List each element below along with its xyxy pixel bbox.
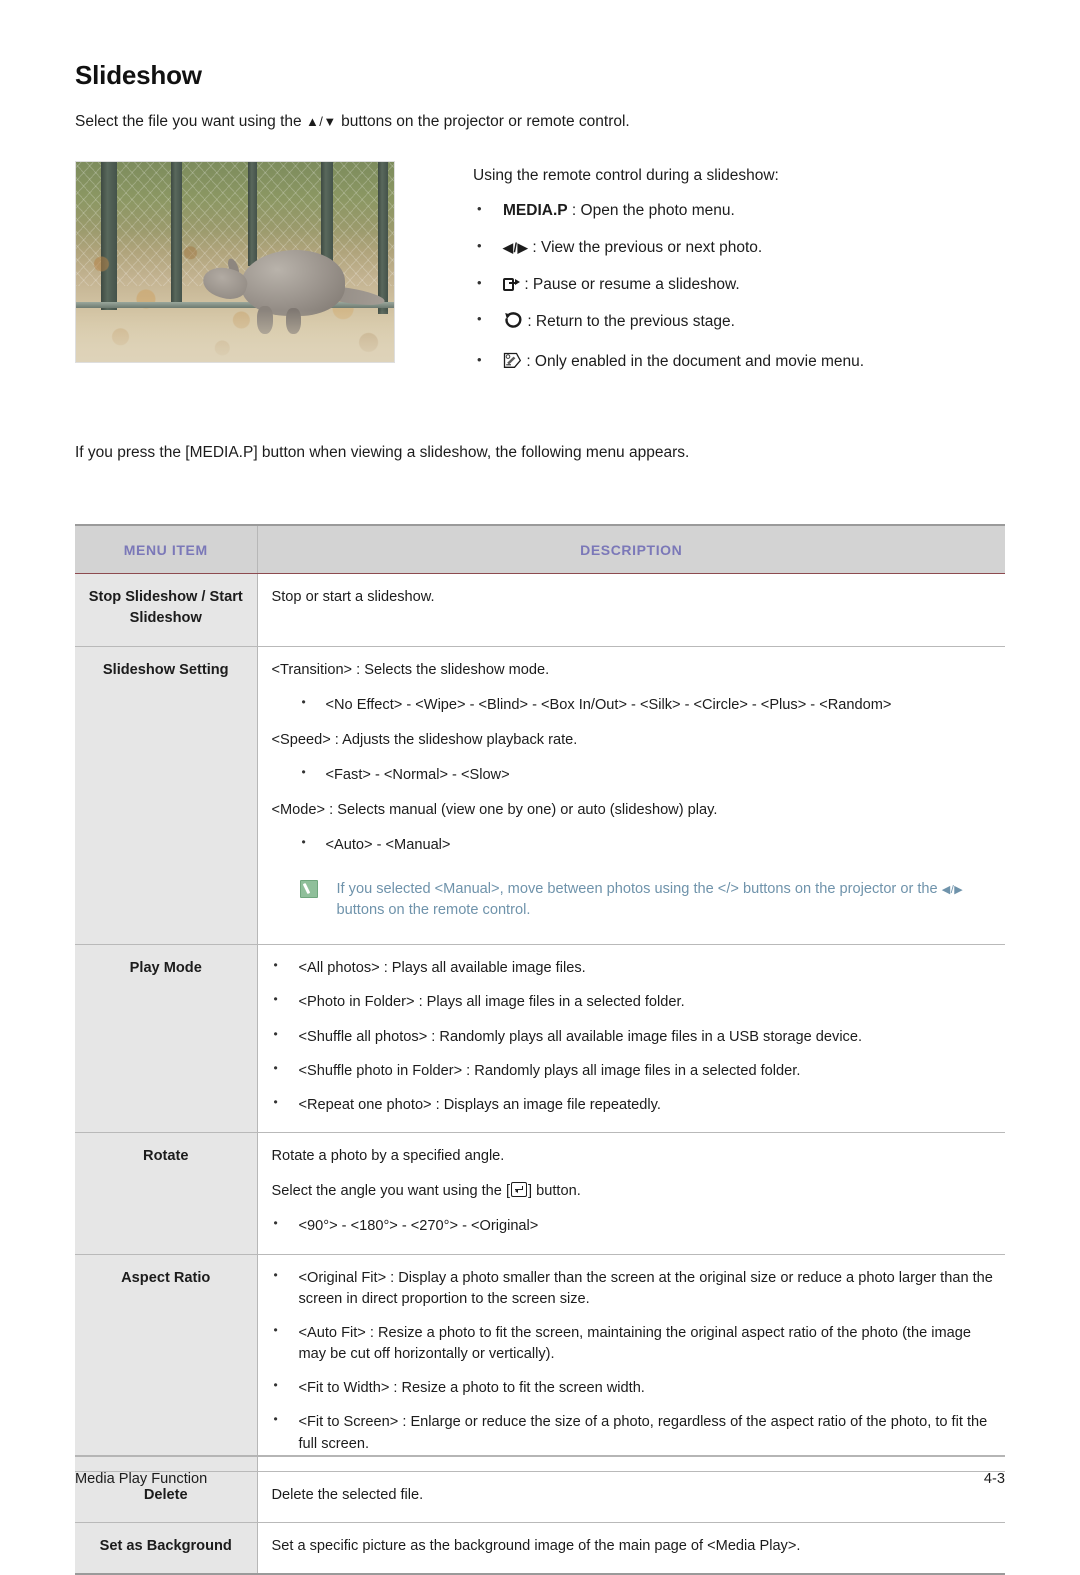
list-item: <Auto> - <Manual>	[300, 834, 996, 856]
menu-item-set-as-background: Set as Background	[75, 1522, 258, 1575]
menu-item-slideshow-setting: Slideshow Setting	[75, 646, 258, 946]
column-header-menu-item: MENU ITEM	[75, 524, 257, 575]
mode-options: <Auto> - <Manual>	[272, 834, 996, 856]
menu-item-rotate: Rotate	[75, 1132, 258, 1255]
list-item: <90°> - <180°> - <270°> - <Original>	[272, 1215, 996, 1237]
footer-divider	[75, 1455, 1005, 1457]
description-stop-start-slideshow: Stop or start a slideshow.	[257, 573, 1005, 647]
mid-paragraph: If you press the [MEDIA.P] button when v…	[75, 444, 690, 462]
rotate-options: <90°> - <180°> - <270°> - <Original>	[272, 1215, 996, 1237]
slideshow-menu-table: MENU ITEM DESCRIPTION Stop Slideshow / S…	[75, 524, 1005, 1575]
note-text-b: buttons on the remote control.	[336, 902, 531, 919]
box-arrow-icon	[503, 277, 520, 291]
description-text: Delete the selected file.	[271, 1486, 424, 1503]
table-row: Slideshow Setting <Transition> : Selects…	[75, 646, 1005, 946]
rotate-text-before: Select the angle you want using the [	[271, 1183, 511, 1200]
rotate-line-2: Select the angle you want using the [ ] b…	[272, 1181, 996, 1202]
list-item: <Repeat one photo> : Displays an image f…	[272, 1094, 996, 1116]
description-rotate: Rotate a photo by a specified angle. Sel…	[257, 1132, 1005, 1255]
table-row: Play Mode <All photos> : Plays all avail…	[75, 944, 1005, 1134]
list-item: <No Effect> - <Wipe> - <Blind> - <Box In…	[300, 694, 996, 716]
note-text-a: If you selected <Manual>, move between p…	[336, 880, 938, 897]
page-title: Slideshow	[75, 60, 202, 90]
table-row: Aspect Ratio <Original Fit> : Display a …	[75, 1254, 1005, 1472]
transition-line: <Transition> : Selects the slideshow mod…	[271, 661, 550, 678]
remote-control-column: Using the remote control during a slides…	[395, 161, 1005, 393]
aspect-ratio-options: <Original Fit> : Display a photo smaller…	[272, 1267, 996, 1455]
list-item: MEDIA.P : Open the photo menu.	[473, 200, 1005, 222]
menu-item-stop-start-slideshow: Stop Slideshow / Start Slideshow	[75, 573, 258, 647]
remote-item-text: : Open the photo menu.	[571, 201, 735, 219]
rotate-text-after: ] button.	[528, 1183, 581, 1200]
left-right-arrows-icon: ◀/▶	[941, 883, 964, 896]
rotate-line-1: Rotate a photo by a specified angle.	[271, 1148, 505, 1165]
manual-page: Slideshow Select the file you want using…	[0, 0, 1080, 1575]
intro-paragraph: Select the file you want using the ▲/▼ b…	[75, 91, 1005, 133]
left-right-arrows-icon: ◀/▶	[503, 239, 529, 255]
list-item: <Shuffle all photos> : Randomly plays al…	[272, 1026, 996, 1048]
intro-before: Select the file you want using the	[75, 113, 302, 130]
media-p-label: MEDIA.P	[503, 201, 568, 219]
table-row: Set as Background Set a specific picture…	[75, 1522, 1005, 1575]
mode-line: <Mode> : Selects manual (view one by one…	[271, 802, 718, 819]
note-callout: If you selected <Manual>, move between p…	[292, 879, 996, 923]
list-item: <Auto Fit> : Resize a photo to fit the s…	[272, 1322, 996, 1365]
column-header-description: DESCRIPTION	[256, 524, 1005, 575]
list-item: <Fit to Screen> : Enlarge or reduce the …	[272, 1411, 996, 1454]
transition-options: <No Effect> - <Wipe> - <Blind> - <Box In…	[272, 694, 996, 716]
enter-key-icon	[511, 1182, 528, 1198]
table-row: Rotate Rotate a photo by a specified ang…	[75, 1132, 1005, 1255]
play-mode-options: <All photos> : Plays all available image…	[272, 957, 996, 1116]
description-set-as-background: Set a specific picture as the background…	[257, 1522, 1005, 1575]
list-item: ◀/▶ : View the previous or next photo.	[473, 237, 1005, 259]
list-item: : Pause or resume a slideshow.	[473, 274, 1005, 296]
list-item: : Only enabled in the document and movie…	[473, 351, 1005, 376]
footer-section-name: Media Play Function	[75, 1471, 208, 1487]
remote-item-text: : View the previous or next photo.	[532, 238, 763, 256]
speed-options: <Fast> - <Normal> - <Slow>	[272, 764, 996, 786]
kangaroo-body	[241, 249, 346, 316]
list-item: <Fast> - <Normal> - <Slow>	[300, 764, 996, 786]
pen-tool-icon	[503, 352, 522, 376]
list-item: <All photos> : Plays all available image…	[272, 957, 996, 979]
description-play-mode: <All photos> : Plays all available image…	[257, 944, 1005, 1134]
photo-ground	[76, 309, 394, 362]
note-pencil-icon	[299, 879, 318, 898]
media-block: Using the remote control during a slides…	[75, 133, 1005, 393]
remote-item-text: : Pause or resume a slideshow.	[524, 275, 740, 293]
description-aspect-ratio: <Original Fit> : Display a photo smaller…	[257, 1254, 1005, 1472]
description-slideshow-setting: <Transition> : Selects the slideshow mod…	[257, 646, 1005, 946]
kangaroo-photo	[75, 160, 395, 363]
footer-row: Media Play Function 4-3	[75, 1471, 1005, 1487]
list-item: <Fit to Width> : Resize a photo to fit t…	[272, 1377, 996, 1399]
table-header-row: MENU ITEM DESCRIPTION	[75, 524, 1005, 575]
speed-line: <Speed> : Adjusts the slideshow playback…	[271, 731, 578, 748]
remote-item-text: : Only enabled in the document and movie…	[526, 353, 865, 371]
description-text: Stop or start a slideshow.	[271, 589, 435, 606]
list-item: <Photo in Folder> : Plays all image file…	[272, 991, 996, 1013]
list-item: <Shuffle photo in Folder> : Randomly pla…	[272, 1060, 996, 1082]
table-row: Stop Slideshow / Start Slideshow Stop or…	[75, 573, 1005, 647]
menu-item-play-mode: Play Mode	[75, 944, 258, 1134]
remote-key-list: MEDIA.P : Open the photo menu. ◀/▶ : Vie…	[473, 200, 1005, 377]
photo-wrap	[75, 160, 395, 363]
updown-arrows-icon: ▲/▼	[305, 114, 337, 129]
page-footer: Media Play Function 4-3	[75, 1455, 1005, 1487]
page-number: 4-3	[983, 1471, 1005, 1487]
menu-item-aspect-ratio: Aspect Ratio	[75, 1254, 258, 1472]
remote-list-title: Using the remote control during a slides…	[473, 166, 779, 184]
description-text: Set a specific picture as the background…	[271, 1537, 801, 1554]
list-item: : Return to the previous stage.	[473, 310, 1005, 336]
return-arrow-icon	[503, 311, 523, 336]
remote-item-text: : Return to the previous stage.	[527, 313, 735, 331]
intro-after: buttons on the projector or remote contr…	[341, 113, 630, 130]
list-item: <Original Fit> : Display a photo smaller…	[272, 1267, 996, 1310]
